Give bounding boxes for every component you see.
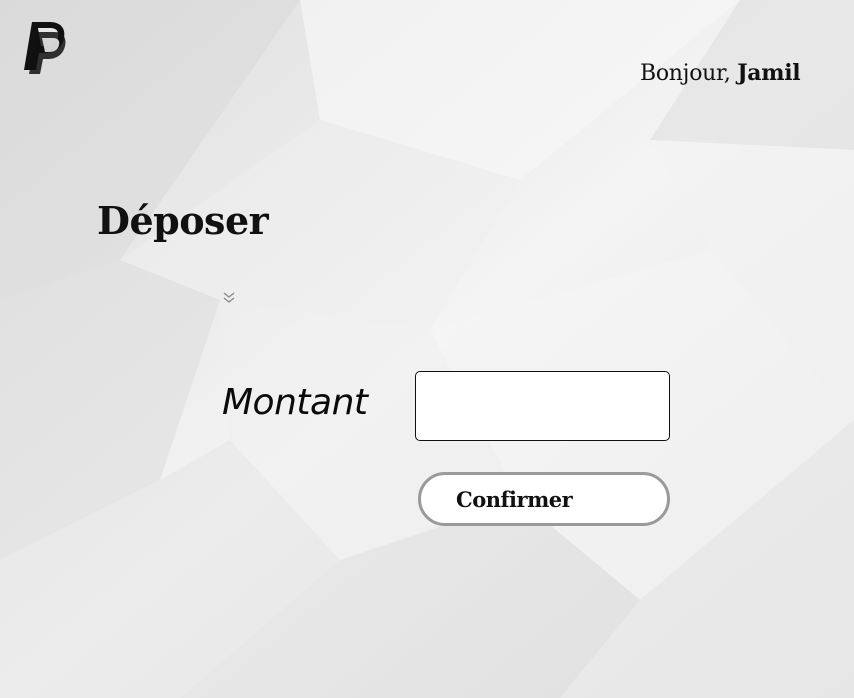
chevron-double-down-icon[interactable] — [222, 290, 236, 304]
background-pattern — [0, 0, 854, 698]
amount-label: Montant — [222, 382, 368, 423]
greeting-prefix: Bonjour, — [640, 61, 738, 86]
page-title: Déposer — [97, 198, 269, 243]
user-greeting: Bonjour, Jamil — [640, 60, 801, 86]
paypal-logo-icon[interactable] — [20, 18, 68, 78]
amount-input[interactable] — [415, 371, 670, 441]
confirm-button[interactable]: Confirmer — [418, 472, 670, 526]
user-name: Jamil — [737, 60, 801, 86]
